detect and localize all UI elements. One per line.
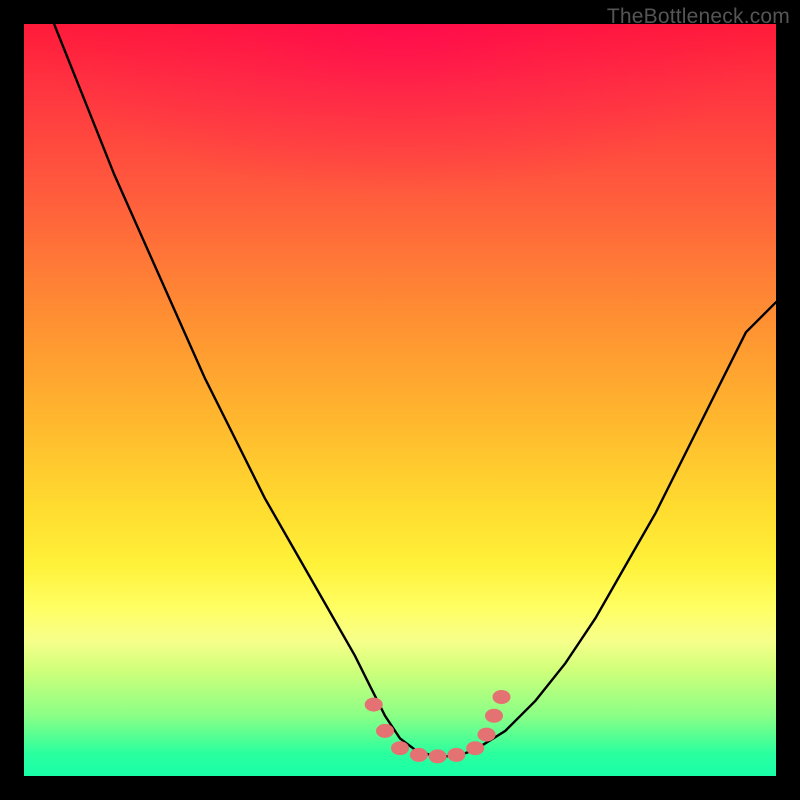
curve-marker <box>410 748 428 762</box>
bottleneck-curve <box>54 24 776 756</box>
curve-marker <box>376 724 394 738</box>
curve-marker <box>493 690 511 704</box>
curve-markers <box>365 690 511 763</box>
chart-frame: TheBottleneck.com <box>0 0 800 800</box>
curve-marker <box>429 749 447 763</box>
curve-marker <box>466 741 484 755</box>
curve-layer <box>24 24 776 776</box>
chart-plot-area <box>24 24 776 776</box>
curve-marker <box>478 728 496 742</box>
curve-marker <box>365 698 383 712</box>
curve-marker <box>391 741 409 755</box>
curve-marker <box>485 709 503 723</box>
watermark-text: TheBottleneck.com <box>607 5 790 29</box>
curve-marker <box>447 748 465 762</box>
